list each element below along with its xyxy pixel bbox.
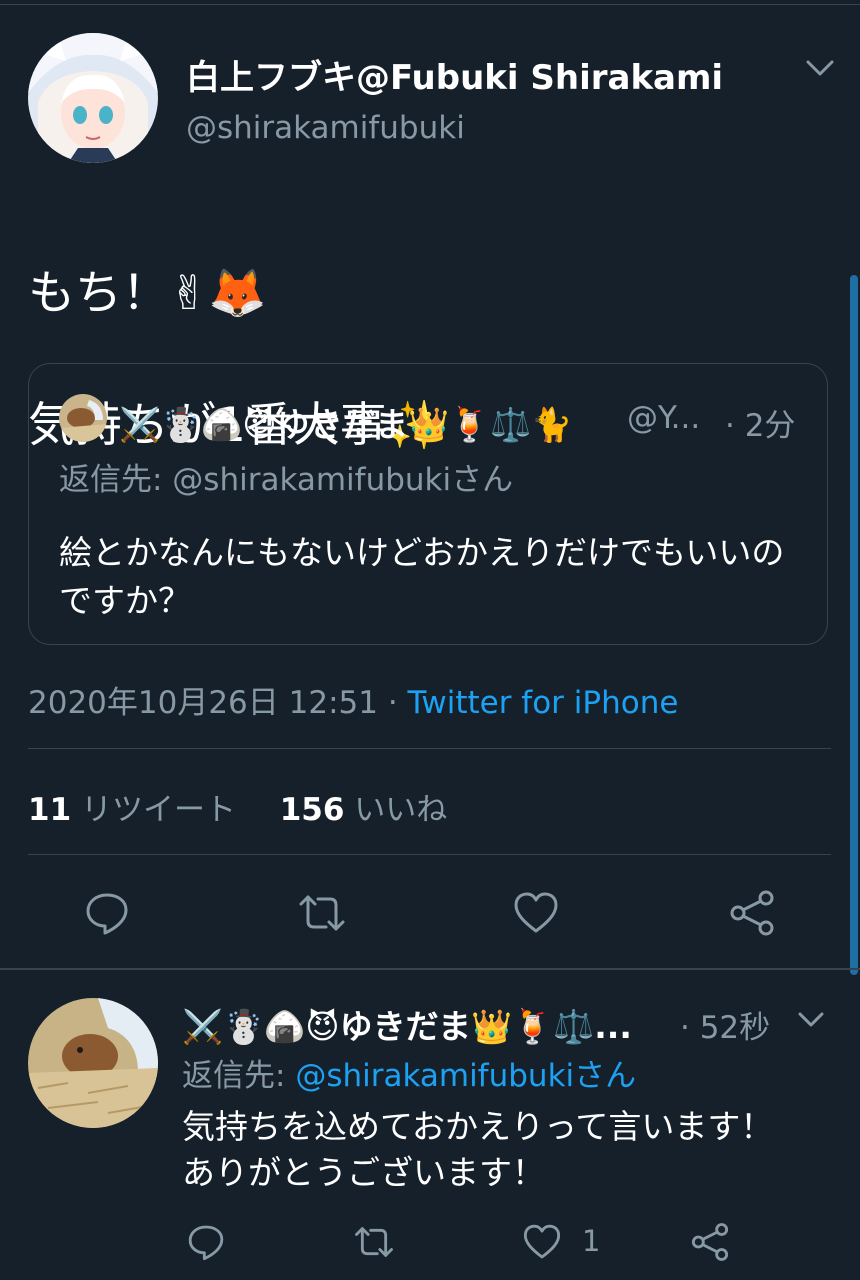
like-count[interactable]: 156 xyxy=(280,792,345,828)
top-divider xyxy=(0,4,860,5)
quoted-tweet-text: 絵とかなんにもないけどおかえりだけでもいいのですか？ xyxy=(59,533,785,620)
retweet-icon[interactable] xyxy=(298,889,346,937)
like-icon[interactable] xyxy=(512,889,560,937)
reply-icon[interactable] xyxy=(83,889,131,937)
reply-text-line: ありがとうございます！ xyxy=(182,1153,545,1192)
tweet-source-link[interactable]: Twitter for iPhone xyxy=(408,685,679,721)
reply-to-prefix: 返信先: xyxy=(182,1058,296,1094)
divider xyxy=(28,748,831,749)
divider xyxy=(28,854,831,855)
quoted-author-name[interactable]: ⚔️☃️🍙😈ゆきだま👑🍹⚖️🐈 xyxy=(119,398,572,446)
chevron-down-icon[interactable] xyxy=(796,1008,826,1030)
reply-to-line: 返信先: @shirakamifubukiさん xyxy=(182,1050,636,1095)
reply-author-avatar[interactable] xyxy=(28,998,158,1128)
retweet-label[interactable]: リツイート xyxy=(81,792,236,828)
tweet-timestamp: 2020年10月26日 12:51 xyxy=(28,685,378,721)
like-icon[interactable] xyxy=(522,1222,562,1262)
quoted-reply-to: 返信先: @shirakamifubukiさん xyxy=(59,462,514,498)
reply-tweet-text: 気持ちを込めておかえりって言います！ ありがとうございます！ xyxy=(182,1104,842,1196)
scrollbar[interactable] xyxy=(850,275,858,975)
reply-icon[interactable] xyxy=(186,1222,226,1262)
tweet-separator xyxy=(0,968,860,970)
reply-like-count: 1 xyxy=(582,1224,601,1258)
retweet-count[interactable]: 11 xyxy=(28,792,71,828)
share-icon[interactable] xyxy=(690,1222,730,1262)
reply-text-line: 気持ちを込めておかえりって言います！ xyxy=(182,1107,774,1146)
retweet-icon[interactable] xyxy=(354,1222,394,1262)
like-label[interactable]: いいね xyxy=(354,792,447,828)
chevron-down-icon[interactable] xyxy=(803,55,837,81)
quoted-time: · 2分 xyxy=(725,408,796,444)
author-handle[interactable]: @shirakamifubuki xyxy=(186,110,465,146)
share-icon[interactable] xyxy=(728,889,776,937)
quoted-author-avatar[interactable] xyxy=(59,394,107,442)
meta-separator: · xyxy=(377,685,408,721)
tweet-stats: 11 リツイート 156 いいね xyxy=(28,784,447,829)
reply-to-mention[interactable]: @shirakamifubukiさん xyxy=(295,1058,636,1094)
author-avatar[interactable] xyxy=(28,33,158,163)
tweet-text-line: もち！✌🦊 xyxy=(28,266,267,321)
quoted-tweet-card[interactable]: ⚔️☃️🍙😈ゆきだま👑🍹⚖️🐈 @Y... · 2分 返信先: @shiraka… xyxy=(28,363,828,645)
tweet-meta: 2020年10月26日 12:51 · Twitter for iPhone xyxy=(28,677,678,722)
author-display-name[interactable]: 白上フブキ@Fubuki Shirakami xyxy=(186,50,723,99)
reply-time: · 52秒 xyxy=(680,1010,771,1046)
reply-author-name[interactable]: ⚔️☃️🍙😈ゆきだま👑🍹⚖️... xyxy=(182,1000,632,1048)
quoted-author-handle[interactable]: @Y... xyxy=(627,400,700,436)
